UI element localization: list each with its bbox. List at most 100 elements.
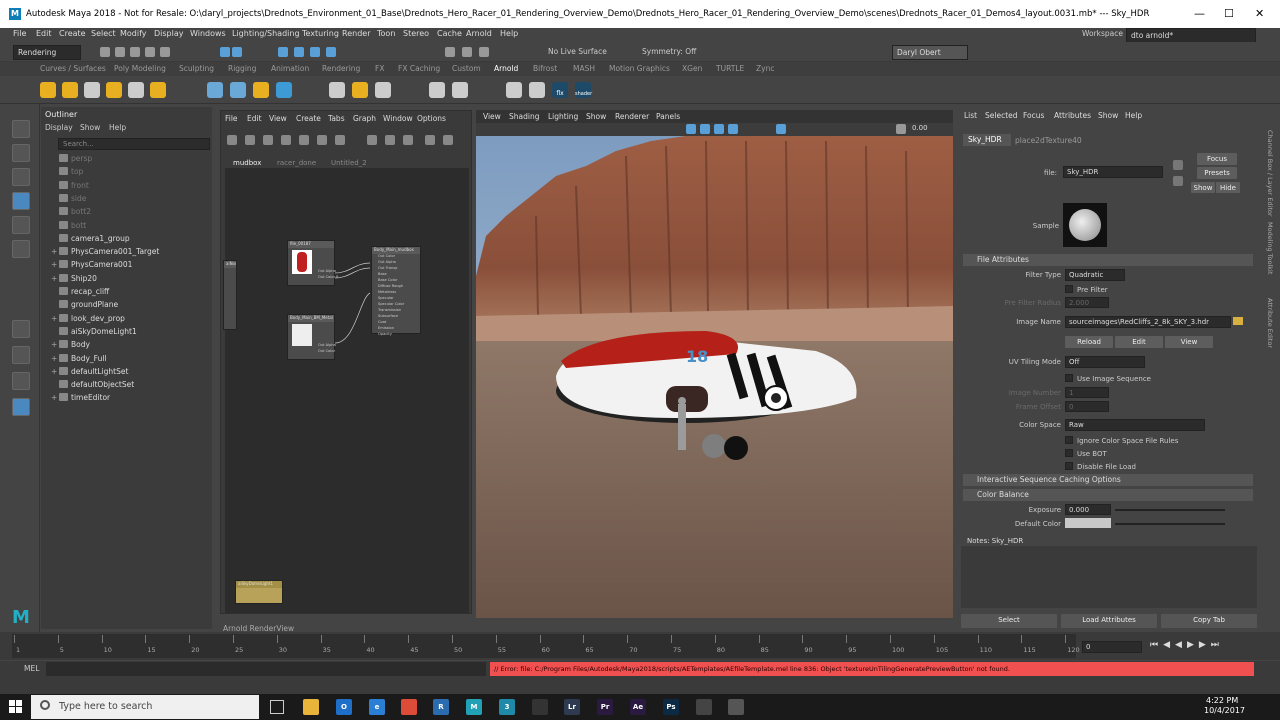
outliner-item[interactable]: bott (51, 220, 86, 234)
app14-icon[interactable] (728, 699, 744, 715)
sphere-icon[interactable] (276, 82, 292, 98)
open-scene-icon[interactable] (115, 47, 125, 57)
save-scene-icon[interactable] (130, 47, 140, 57)
smooth-shade-icon[interactable] (700, 124, 710, 134)
command-input[interactable] (46, 662, 486, 676)
node-editor-menu-tabs[interactable]: Tabs (328, 114, 345, 123)
shelf-tab-zync[interactable]: Zync (756, 64, 774, 73)
show-button[interactable]: Show (1191, 182, 1215, 193)
clock-date[interactable]: 10/4/2017 (1204, 706, 1245, 715)
expand-toggle-icon[interactable]: + (51, 393, 59, 402)
copy-tab-button[interactable]: Copy Tab (1161, 614, 1257, 628)
outliner-item[interactable]: bott2 (51, 207, 91, 220)
symmetry-label[interactable]: Symmetry: Off (642, 47, 696, 56)
scale-tool-icon[interactable] (12, 240, 30, 258)
outlook-icon[interactable]: O (336, 699, 352, 715)
shelf-tab-xgen[interactable]: XGen (682, 64, 702, 73)
menu-texturing[interactable]: Texturing (302, 29, 339, 38)
channel-box-tab[interactable]: Channel Box / Layer Editor (1266, 130, 1274, 217)
snap-curve-icon[interactable] (294, 47, 304, 57)
light-icon-1[interactable] (40, 82, 56, 98)
graph-input-icon[interactable] (227, 135, 237, 145)
volume-icon[interactable] (230, 82, 246, 98)
file-name-field[interactable]: Sky_HDR (1063, 166, 1163, 178)
viewport-menu-panels[interactable]: Panels (656, 112, 680, 121)
ignore-cs-rules-checkbox[interactable]: Ignore Color Space File Rules (1065, 436, 1178, 445)
menu-cache[interactable]: Cache (437, 29, 462, 38)
outliner-item[interactable]: + PhysCamera001 (51, 260, 132, 273)
graph-both-icon[interactable] (263, 135, 273, 145)
tx-manager-icon[interactable] (352, 82, 368, 98)
full-mode-icon[interactable] (403, 135, 413, 145)
eye-icon[interactable] (506, 82, 522, 98)
menu-edit[interactable]: Edit (36, 29, 52, 38)
viewport-menu-lighting[interactable]: Lighting (548, 112, 578, 121)
maximize-button[interactable]: ☐ (1224, 7, 1234, 20)
isolate-icon[interactable] (776, 124, 786, 134)
lasso-tool-icon[interactable] (12, 144, 30, 162)
outliner-menu-help[interactable]: Help (109, 123, 126, 132)
outliner-item[interactable]: camera1_group (51, 233, 130, 247)
notes-textarea[interactable] (961, 546, 1257, 608)
render-current-icon[interactable] (445, 47, 455, 57)
menu-toon[interactable]: Toon (377, 29, 395, 38)
grid-icon[interactable] (425, 135, 435, 145)
menu-create[interactable]: Create (59, 29, 86, 38)
menu-select[interactable]: Select (91, 29, 116, 38)
new-scene-icon[interactable] (100, 47, 110, 57)
flush-cache-icon[interactable] (329, 82, 345, 98)
outliner-item[interactable]: aiSkyDomeLight1 (51, 326, 137, 340)
render-icon[interactable] (375, 82, 391, 98)
presets-button[interactable]: Presets (1197, 167, 1237, 179)
play-icon[interactable] (529, 82, 545, 98)
expand-toggle-icon[interactable]: + (51, 247, 59, 256)
outliner-item[interactable]: persp (51, 154, 92, 167)
outliner-item[interactable]: + timeEditor (51, 393, 110, 406)
reload-button[interactable]: Reload (1065, 336, 1113, 348)
shelf-tab-motion-graphics[interactable]: Motion Graphics (609, 64, 670, 73)
focus-button[interactable]: Focus (1197, 153, 1237, 165)
outliner-item[interactable]: + Body (51, 340, 90, 353)
menu-file[interactable]: File (13, 29, 26, 38)
graph-output-icon[interactable] (245, 135, 255, 145)
viewport-menu-show[interactable]: Show (586, 112, 606, 121)
shelf-tab-curves-surfaces[interactable]: Curves / Surfaces (40, 64, 106, 73)
node-editor-tab-untitled-2[interactable]: Untitled_2 (331, 159, 367, 167)
windows-start-icon[interactable] (9, 700, 23, 714)
edge-icon[interactable]: e (369, 699, 385, 715)
ae-menu-list[interactable]: List (964, 111, 977, 120)
image-name-field[interactable]: sourceimages\RedCliffs_2_8k_SKY_3.hdr (1065, 316, 1231, 328)
minimize-button[interactable]: — (1194, 7, 1205, 20)
pre-filter-checkbox[interactable]: Pre Filter (1065, 285, 1108, 294)
outliner-search-input[interactable]: Search... (58, 138, 210, 150)
shelf-tab-bifrost[interactable]: Bifrost (533, 64, 557, 73)
color-space-dropdown[interactable]: Raw (1065, 419, 1205, 431)
shelf-tab-animation[interactable]: Animation (271, 64, 309, 73)
shelf-tab-poly-modeling[interactable]: Poly Modeling (114, 64, 166, 73)
color-balance-section[interactable]: Color Balance (963, 489, 1253, 501)
outliner-menu-show[interactable]: Show (80, 123, 100, 132)
menu-stereo[interactable]: Stereo (403, 29, 429, 38)
photoshop-icon[interactable]: Ps (663, 699, 679, 715)
viewport-menu-view[interactable]: View (483, 112, 501, 121)
select-button[interactable]: Select (961, 614, 1057, 628)
recap-icon[interactable]: R (433, 699, 449, 715)
shelf-tab-rigging[interactable]: Rigging (228, 64, 256, 73)
outliner-item[interactable]: recap_cliff (51, 287, 109, 300)
shelf-tab-turtle[interactable]: TURTLE (716, 64, 744, 73)
ae-menu-focus[interactable]: Focus (1023, 111, 1044, 120)
use-image-sequence-checkbox[interactable]: Use Image Sequence (1065, 374, 1151, 383)
skydome-node[interactable]: aiSkyDomeLight1 (235, 580, 283, 604)
exposure-field[interactable]: 0.000 (1065, 504, 1111, 515)
node-editor-menu-options[interactable]: Options (417, 114, 446, 123)
lights-icon[interactable] (728, 124, 738, 134)
current-frame-field[interactable]: 0 (1082, 641, 1142, 653)
remove-selected-icon[interactable] (317, 135, 327, 145)
node-editor-menu-file[interactable]: File (225, 114, 238, 123)
image-number-field[interactable]: 1 (1065, 387, 1109, 398)
outliner-item[interactable]: + Ship20 (51, 273, 97, 287)
unity-icon[interactable] (532, 699, 548, 715)
ae-menu-selected[interactable]: Selected (985, 111, 1018, 120)
render-settings-icon[interactable] (479, 47, 489, 57)
viewport-menu-shading[interactable]: Shading (509, 112, 539, 121)
